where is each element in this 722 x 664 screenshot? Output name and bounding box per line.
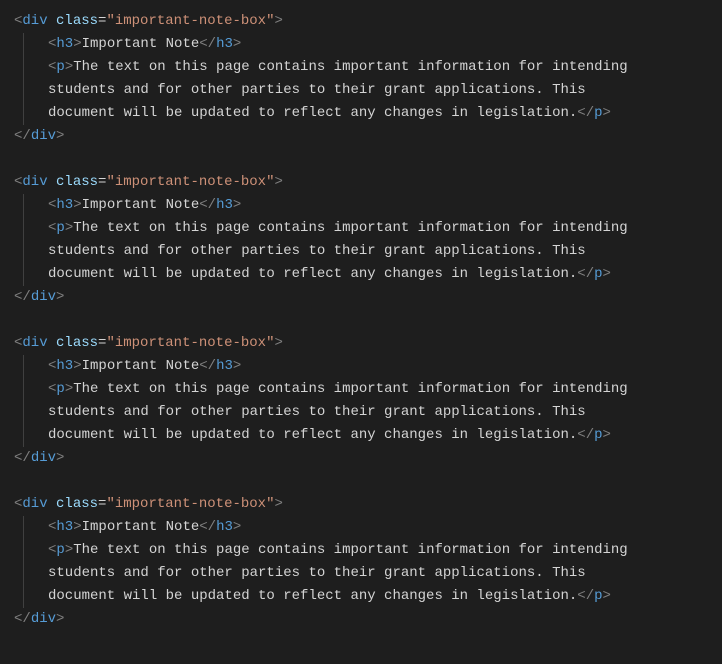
code-line[interactable]: <h3>Important Note</h3> bbox=[23, 355, 720, 378]
code-line[interactable]: <h3>Important Note</h3> bbox=[23, 33, 720, 56]
code-line[interactable]: <p>The text on this page contains import… bbox=[23, 56, 720, 79]
attr-class: class bbox=[56, 13, 98, 29]
code-line[interactable]: <p>The text on this page contains import… bbox=[23, 378, 720, 401]
code-line[interactable]: students and for other parties to their … bbox=[23, 79, 720, 102]
code-block: <div class="important-note-box"> <h3>Imp… bbox=[14, 493, 720, 631]
tag-h3: h3 bbox=[216, 36, 233, 52]
code-line[interactable]: students and for other parties to their … bbox=[23, 401, 720, 424]
text-content: document will be updated to reflect any … bbox=[48, 105, 577, 121]
angle-open-slash: </ bbox=[577, 105, 594, 121]
text-content: Important Note bbox=[82, 36, 200, 52]
code-line[interactable]: </div> bbox=[14, 608, 720, 631]
code-block: <div class="important-note-box"> <h3>Imp… bbox=[14, 171, 720, 309]
tag-div: div bbox=[31, 128, 56, 144]
tag-div: div bbox=[22, 13, 47, 29]
code-line[interactable]: </div> bbox=[14, 286, 720, 309]
angle-close: > bbox=[65, 59, 73, 75]
code-line[interactable]: <div class="important-note-box"> bbox=[14, 493, 720, 516]
text-content: students and for other parties to their … bbox=[48, 82, 586, 98]
code-line[interactable]: document will be updated to reflect any … bbox=[23, 585, 720, 608]
code-line[interactable]: <div class="important-note-box"> bbox=[14, 10, 720, 33]
code-block: <div class="important-note-box"> <h3>Imp… bbox=[14, 332, 720, 470]
code-line[interactable]: <div class="important-note-box"> bbox=[14, 171, 720, 194]
code-line[interactable]: document will be updated to reflect any … bbox=[23, 263, 720, 286]
code-line[interactable]: students and for other parties to their … bbox=[23, 240, 720, 263]
angle-close: > bbox=[73, 36, 81, 52]
code-line[interactable]: <p>The text on this page contains import… bbox=[23, 217, 720, 240]
tag-p: p bbox=[56, 59, 64, 75]
angle-close: > bbox=[274, 13, 282, 29]
code-line[interactable]: document will be updated to reflect any … bbox=[23, 102, 720, 125]
angle-close: > bbox=[56, 128, 64, 144]
code-line[interactable]: </div> bbox=[14, 447, 720, 470]
text-content: The text on this page contains important… bbox=[73, 59, 628, 75]
tag-p: p bbox=[594, 105, 602, 121]
attr-value: "important-note-box" bbox=[106, 13, 274, 29]
angle-close: > bbox=[603, 105, 611, 121]
code-line[interactable]: <div class="important-note-box"> bbox=[14, 332, 720, 355]
code-line[interactable]: <h3>Important Note</h3> bbox=[23, 194, 720, 217]
angle-open-slash: </ bbox=[199, 36, 216, 52]
code-line[interactable]: <p>The text on this page contains import… bbox=[23, 539, 720, 562]
angle-open-slash: </ bbox=[14, 128, 31, 144]
tag-h3: h3 bbox=[56, 36, 73, 52]
code-block: <div class="important-note-box"> <h3>Imp… bbox=[14, 10, 720, 148]
code-line[interactable]: students and for other parties to their … bbox=[23, 562, 720, 585]
code-line[interactable]: </div> bbox=[14, 125, 720, 148]
code-line[interactable]: <h3>Important Note</h3> bbox=[23, 516, 720, 539]
angle-close: > bbox=[233, 36, 241, 52]
code-line[interactable]: document will be updated to reflect any … bbox=[23, 424, 720, 447]
